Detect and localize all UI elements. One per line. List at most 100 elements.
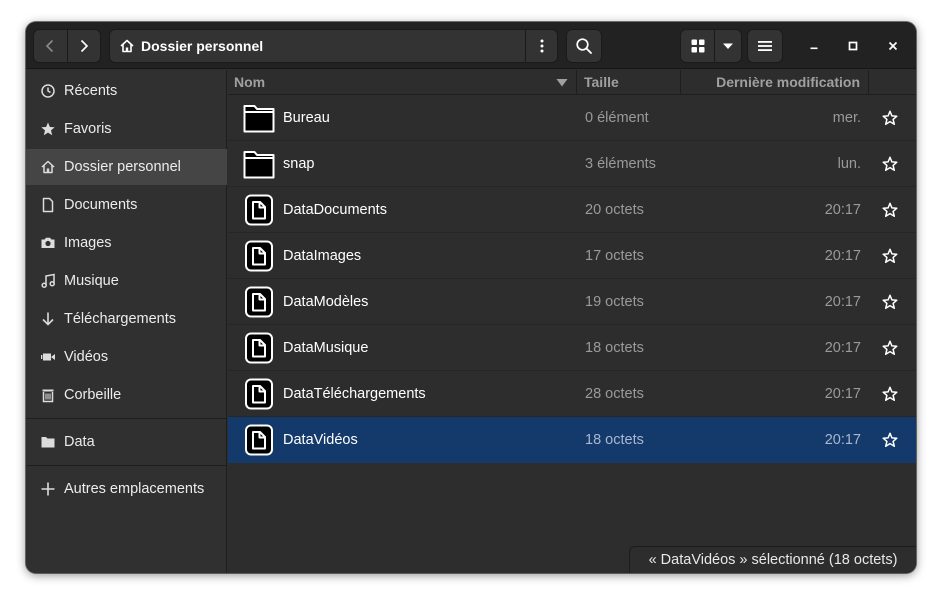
vertical-dots-icon <box>540 39 543 53</box>
file-modified: 20:17 <box>824 202 861 218</box>
column-name-header[interactable]: Nom <box>234 70 574 94</box>
table-row[interactable]: DataImages 17 octets 20:17 <box>228 233 916 279</box>
file-name: DataTéléchargements <box>283 386 426 402</box>
column-modified-label: Dernière modification <box>716 74 860 90</box>
file-name: DataMusique <box>283 340 369 356</box>
star-icon[interactable] <box>882 432 898 448</box>
search-icon <box>576 38 592 54</box>
star-icon[interactable] <box>882 386 898 402</box>
column-modified-header[interactable]: Dernière modification <box>680 70 868 94</box>
file-modified: 20:17 <box>824 294 861 310</box>
file-name: snap <box>283 156 315 172</box>
star-icon[interactable] <box>882 110 898 126</box>
sidebar-item-label: Musique <box>64 273 119 289</box>
folder-icon <box>243 148 275 180</box>
maximize-button[interactable] <box>841 34 865 58</box>
file-size: 0 élément <box>585 110 649 126</box>
column-divider <box>868 70 869 94</box>
table-row[interactable]: DataMusique 18 octets 20:17 <box>228 325 916 371</box>
sidebar-item-label: Documents <box>64 197 138 213</box>
star-icon[interactable] <box>882 248 898 264</box>
sidebar-item-musique[interactable]: Musique <box>26 263 227 299</box>
path-menu-button[interactable] <box>525 30 557 62</box>
main-menu-button[interactable] <box>747 29 783 63</box>
sidebar-separator <box>26 418 227 419</box>
sidebar-item-documents[interactable]: Documents <box>26 187 227 223</box>
search-button[interactable] <box>566 29 602 63</box>
sidebar-item-label: Corbeille <box>64 387 122 403</box>
breadcrumb-home[interactable]: Dossier personnel <box>110 30 525 62</box>
star-icon[interactable] <box>882 202 898 218</box>
header-bar: Dossier personnel <box>26 22 916 69</box>
file-icon <box>243 332 275 364</box>
sidebar-item-home[interactable]: Dossier personnel <box>26 149 227 185</box>
star-icon <box>40 121 56 137</box>
file-size: 3 éléments <box>585 156 656 172</box>
column-header: Nom Taille Dernière modification <box>228 70 916 95</box>
sidebar-item-videos[interactable]: Vidéos <box>26 339 227 375</box>
file-icon <box>243 194 275 226</box>
sidebar-item-label: Récents <box>64 83 118 99</box>
folder-icon <box>243 102 275 134</box>
path-bar: Dossier personnel <box>109 29 558 63</box>
back-button[interactable] <box>34 30 67 62</box>
table-row[interactable]: DataDocuments 20 octets 20:17 <box>228 187 916 233</box>
grid-icon <box>691 39 705 53</box>
maximize-icon <box>848 41 858 51</box>
minimize-button[interactable] <box>802 34 826 58</box>
view-options-button[interactable] <box>714 30 741 62</box>
grid-view-button[interactable] <box>681 30 714 62</box>
sidebar-item-favoris[interactable]: Favoris <box>26 111 227 147</box>
status-bar: « DataVidéos » sélectionné (18 octets) <box>629 546 916 573</box>
sidebar-item-other-locations[interactable]: Autres emplacements <box>26 471 227 507</box>
folder-icon <box>40 434 56 450</box>
plus-icon <box>40 481 56 497</box>
sidebar-item-label: Data <box>64 434 95 450</box>
sidebar-item-label: Favoris <box>64 121 112 137</box>
sidebar-item-data[interactable]: Data <box>26 424 227 460</box>
file-icon <box>243 286 275 318</box>
table-row[interactable]: snap 3 éléments lun. <box>228 141 916 187</box>
file-modified: lun. <box>837 156 861 172</box>
close-button[interactable] <box>881 34 905 58</box>
home-icon <box>120 39 134 53</box>
home-icon <box>40 159 56 175</box>
file-size: 19 octets <box>585 294 644 310</box>
sidebar-item-images[interactable]: Images <box>26 225 227 261</box>
file-size: 28 octets <box>585 386 644 402</box>
sidebar-item-label: Images <box>64 235 112 251</box>
table-row[interactable]: DataModèles 19 octets 20:17 <box>228 279 916 325</box>
sidebar-item-corbeille[interactable]: Corbeille <box>26 377 227 413</box>
file-name: Bureau <box>283 110 330 126</box>
star-icon[interactable] <box>882 294 898 310</box>
file-name: DataVidéos <box>283 432 358 448</box>
sidebar-item-label: Téléchargements <box>64 311 177 327</box>
file-icon <box>243 240 275 272</box>
chevron-left-icon <box>46 39 54 53</box>
table-row[interactable]: DataVidéos 18 octets 20:17 <box>228 417 916 463</box>
file-name: DataDocuments <box>283 202 387 218</box>
view-buttons <box>680 29 742 63</box>
sidebar-item-label: Dossier personnel <box>64 159 181 175</box>
minimize-icon <box>810 47 818 50</box>
sidebar-item-telechargements[interactable]: Téléchargements <box>26 301 227 337</box>
star-icon[interactable] <box>882 340 898 356</box>
file-size: 18 octets <box>585 340 644 356</box>
star-icon[interactable] <box>882 156 898 172</box>
forward-button[interactable] <box>66 30 100 62</box>
file-size: 18 octets <box>585 432 644 448</box>
table-row[interactable]: DataTéléchargements 28 octets 20:17 <box>228 371 916 417</box>
file-list: Nom Taille Dernière modification Bureau 0… <box>228 70 916 573</box>
table-row[interactable]: Bureau 0 élément mer. <box>228 95 916 141</box>
sidebar: Récents Favoris Dossier personnel Docume… <box>26 70 227 573</box>
chevron-right-icon <box>80 39 89 53</box>
file-modified: mer. <box>832 110 861 126</box>
column-name-label: Nom <box>234 74 266 90</box>
column-size-header[interactable]: Taille <box>584 70 678 94</box>
clock-icon <box>40 83 56 99</box>
sidebar-separator <box>26 465 227 466</box>
file-modified: 20:17 <box>824 248 861 264</box>
status-text: « DataVidéos » sélectionné (18 octets) <box>648 552 898 568</box>
column-size-label: Taille <box>584 74 619 90</box>
sidebar-item-recents[interactable]: Récents <box>26 73 227 109</box>
